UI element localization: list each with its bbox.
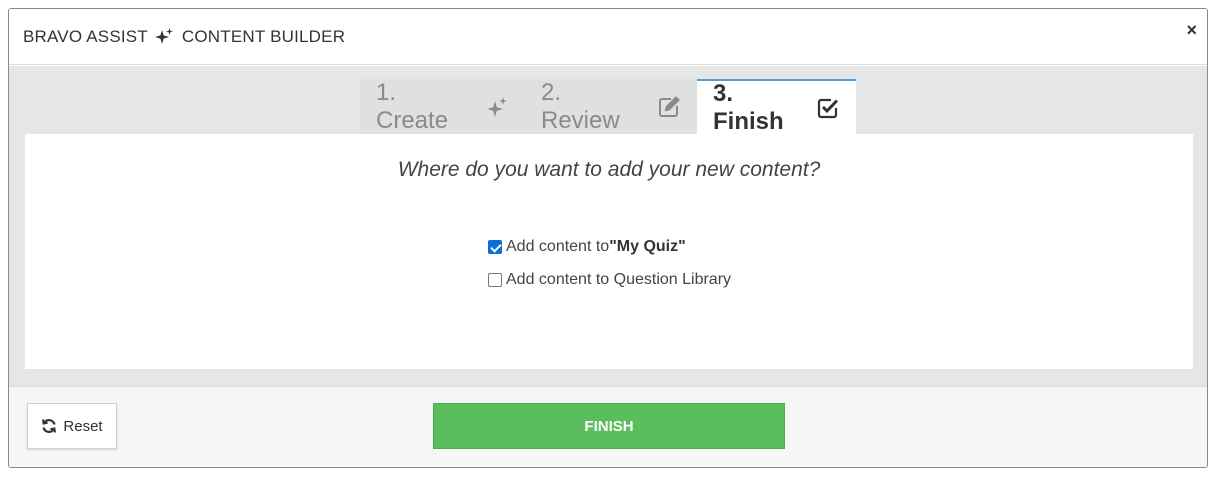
finish-panel: Where do you want to add your new conten… — [25, 134, 1193, 369]
reset-label: Reset — [63, 417, 103, 435]
content-builder-modal: BRAVO ASSIST CONTENT BUILDER × 1. Create — [8, 8, 1208, 468]
wizard-body: 1. Create 2. Review 3. Finish Where do y… — [9, 66, 1207, 386]
destination-question: Where do you want to add your new conten… — [397, 158, 821, 181]
tab-finish-label: 3. Finish — [713, 79, 784, 135]
add-to-library-label: Add content to Question Library — [506, 271, 732, 288]
tab-create-label: 1. Create — [376, 78, 449, 134]
close-button[interactable]: × — [1186, 21, 1197, 39]
add-to-library-checkbox[interactable] — [488, 273, 502, 287]
modal-footer: Reset FINISH — [9, 386, 1207, 467]
wizard-tabs: 1. Create 2. Review 3. Finish — [360, 79, 856, 135]
sparkle-icon — [485, 95, 509, 119]
finish-button[interactable]: FINISH — [433, 403, 785, 449]
option-add-to-quiz[interactable]: Add content to "My Quiz" — [488, 238, 686, 256]
modal-header: BRAVO ASSIST CONTENT BUILDER × — [9, 9, 1207, 65]
option-add-to-library[interactable]: Add content to Question Library — [488, 271, 731, 289]
refresh-icon — [42, 419, 57, 433]
add-to-quiz-checkbox[interactable] — [488, 240, 502, 254]
tab-create[interactable]: 1. Create — [360, 79, 525, 134]
reset-button[interactable]: Reset — [27, 403, 117, 449]
edit-icon — [657, 95, 681, 119]
tab-finish[interactable]: 3. Finish — [697, 79, 856, 135]
quiz-name: "My Quiz" — [609, 238, 686, 255]
title-bravo-assist: BRAVO ASSIST — [23, 27, 148, 46]
tab-review-label: 2. Review — [541, 78, 620, 134]
title-content-builder: CONTENT BUILDER — [181, 27, 346, 46]
check-square-icon — [816, 96, 840, 120]
add-to-quiz-label-prefix: Add content to — [506, 238, 610, 255]
tab-review[interactable]: 2. Review — [525, 79, 697, 134]
modal-title: BRAVO ASSIST CONTENT BUILDER — [23, 27, 345, 47]
sparkle-icon — [154, 27, 174, 47]
